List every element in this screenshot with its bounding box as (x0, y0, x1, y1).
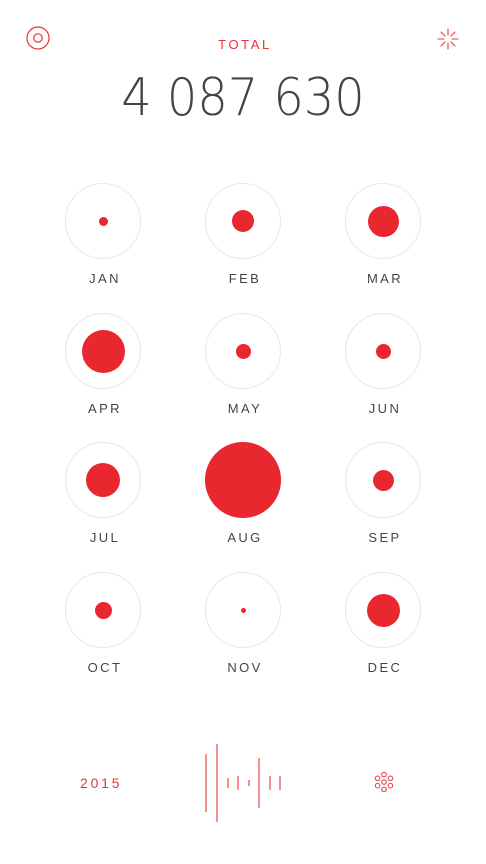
month-cell-sep[interactable]: SEP (323, 442, 443, 562)
month-dot (94, 601, 112, 619)
flower-icon[interactable] (372, 770, 396, 794)
month-label: DEC (367, 660, 403, 675)
month-label: FEB (228, 271, 262, 286)
month-dot (232, 210, 254, 232)
month-dot (372, 469, 394, 491)
month-cell-jan[interactable]: JAN (43, 183, 163, 303)
month-dot (81, 329, 125, 373)
month-label: SEP (368, 530, 402, 545)
month-dot (240, 607, 246, 613)
month-cell-nov[interactable]: NOV (183, 572, 303, 692)
month-label: NOV (227, 660, 263, 675)
month-cell-dec[interactable]: DEC (323, 572, 443, 692)
month-cell-oct[interactable]: OCT (43, 572, 163, 692)
sparkle-icon[interactable] (436, 27, 460, 51)
month-cell-aug[interactable]: AUG (183, 442, 303, 562)
month-label: JUL (89, 530, 121, 545)
month-dot (205, 442, 281, 518)
month-dot (98, 216, 108, 226)
month-label: OCT (87, 660, 123, 675)
month-cell-feb[interactable]: FEB (183, 183, 303, 303)
month-label: APR (88, 401, 122, 416)
month-label: AUG (227, 530, 263, 545)
month-cell-jun[interactable]: JUN (323, 313, 443, 433)
month-dot (375, 343, 391, 359)
month-cell-jul[interactable]: JUL (43, 442, 163, 562)
month-dot (235, 343, 251, 359)
month-cell-mar[interactable]: MAR (323, 183, 443, 303)
year-selector[interactable]: 2015 (80, 775, 122, 791)
month-label: JAN (89, 271, 121, 286)
month-dot (86, 463, 120, 497)
total-label: TOTAL (218, 37, 272, 52)
month-cell-may[interactable]: MAY (183, 313, 303, 433)
month-label: MAY (227, 401, 263, 416)
month-label: MAR (366, 271, 404, 286)
month-label: JUN (368, 401, 402, 416)
timeline-bars-icon[interactable] (200, 742, 290, 824)
month-cell-apr[interactable]: APR (43, 313, 163, 433)
month-dot (367, 205, 399, 237)
total-value: 4 087 630 (121, 68, 365, 128)
month-dot (366, 593, 400, 627)
